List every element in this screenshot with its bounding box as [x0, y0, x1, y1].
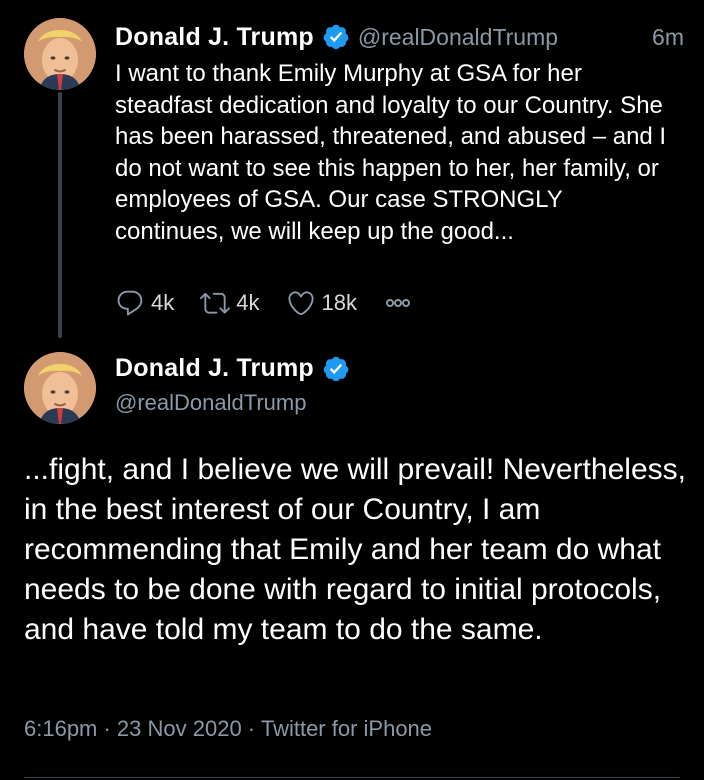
more-button[interactable]: [383, 288, 413, 318]
like-button[interactable]: 18k: [286, 288, 357, 318]
tweet-text: ...fight, and I believe we will prevail!…: [24, 453, 686, 646]
author-name[interactable]: Donald J. Trump: [115, 354, 314, 383]
tweet-actions: 4k 4k 18k: [115, 286, 413, 320]
retweet-button[interactable]: 4k: [200, 288, 260, 318]
tweet1-header: Donald J. Trump @realDonaldTrump: [115, 22, 558, 52]
reply-button[interactable]: 4k: [115, 288, 174, 318]
reply-icon: [117, 290, 143, 316]
avatar[interactable]: [24, 352, 96, 424]
avatar-image: [24, 18, 96, 90]
tweet2-header: Donald J. Trump: [115, 354, 350, 383]
verified-badge-icon: [322, 355, 350, 383]
verified-badge-icon: [322, 23, 350, 51]
like-count: 18k: [321, 290, 357, 315]
tweet-thread: Donald J. Trump @realDonaldTrump 6m I wa…: [0, 0, 704, 780]
avatar-image: [24, 352, 96, 424]
divider: [24, 777, 680, 778]
tweet-text: I want to thank Emily Murphy at GSA for …: [115, 60, 667, 245]
tweet-time-ago[interactable]: 6m: [652, 24, 684, 51]
retweet-count: 4k: [236, 290, 260, 315]
author-handle[interactable]: @realDonaldTrump: [115, 390, 306, 416]
thread-connector-line: [58, 92, 62, 338]
author-handle[interactable]: @realDonaldTrump: [358, 24, 558, 51]
retweet-icon: [200, 292, 231, 314]
reply-count: 4k: [151, 290, 175, 315]
author-name[interactable]: Donald J. Trump: [115, 23, 314, 52]
avatar[interactable]: [24, 18, 96, 90]
more-icon: [385, 299, 410, 307]
tweet-timestamp[interactable]: 6:16pm · 23 Nov 2020 · Twitter for iPhon…: [24, 716, 432, 742]
like-icon: [287, 291, 314, 316]
